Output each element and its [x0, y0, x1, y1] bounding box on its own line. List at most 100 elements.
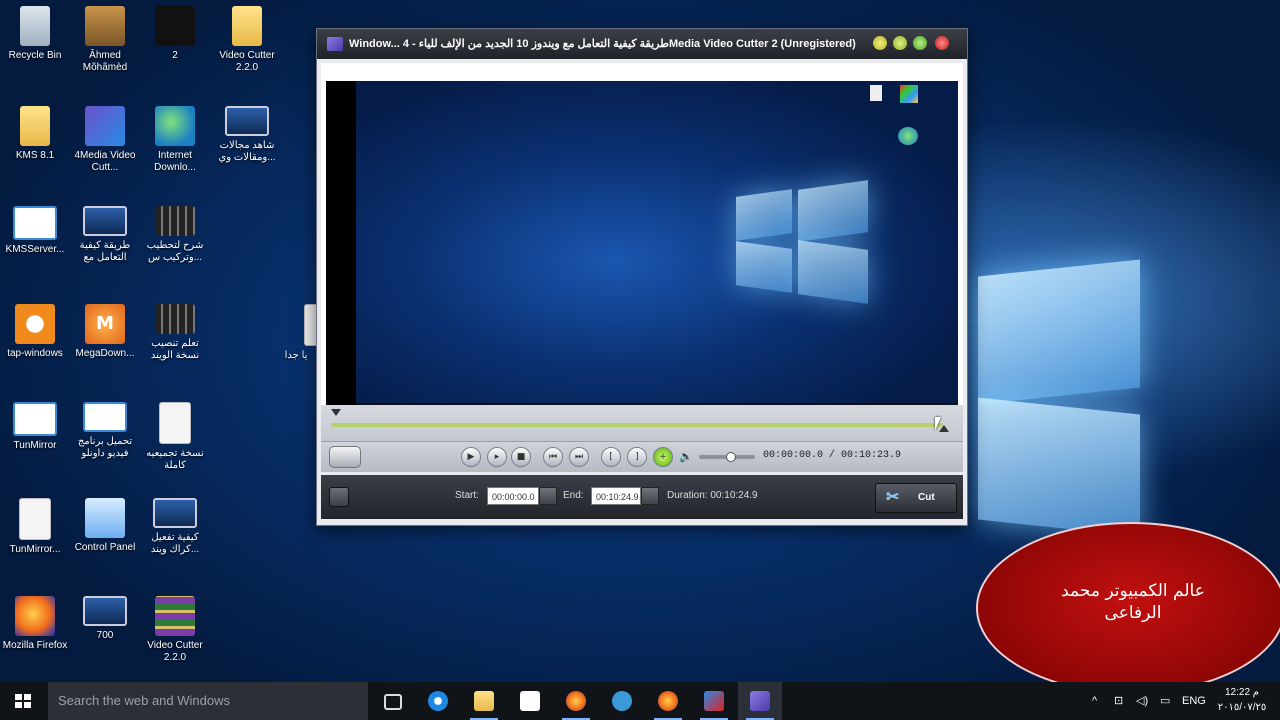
- end-time-spinner[interactable]: [641, 487, 659, 505]
- trim-bar: Start: 00:00:00.0 End: 00:10:24.9 Durati…: [321, 475, 963, 519]
- end-label: End:: [563, 490, 584, 501]
- snapshot-button[interactable]: [329, 446, 361, 468]
- document-icon: [19, 498, 51, 540]
- desktop-icon-idm[interactable]: Internet Downlo...: [140, 106, 210, 174]
- playback-controls: ▶ ▸ ■ ⏮ ⏭ [ ] + 🔈 00:00:00.0 / 00:10:23.…: [321, 441, 963, 472]
- taskbar-search[interactable]: Search the web and Windows: [48, 682, 368, 720]
- 4media-app-icon: [85, 106, 125, 146]
- desktop-icon-ar-video[interactable]: شاهد مجالات ومقالات وي...: [212, 106, 282, 164]
- video-cutter-window[interactable]: Window... طريقة كيفية التعامل مع ويندوز …: [316, 28, 968, 526]
- internet-download-manager-icon: [155, 106, 195, 146]
- clock[interactable]: 12:22 م ٢٠١٥/٠٧/٢٥: [1216, 685, 1268, 715]
- desktop-icon-4media[interactable]: 4Media Video Cutt...: [70, 106, 140, 174]
- volume-icon[interactable]: ◁): [1136, 682, 1148, 720]
- set-end-button[interactable]: ]: [627, 447, 647, 467]
- video-file-icon: [83, 206, 127, 236]
- desktop-icon-mega[interactable]: M MegaDown...: [70, 304, 140, 360]
- cut-button-label: Cut: [918, 492, 935, 503]
- previous-frame-button[interactable]: ⏮: [543, 447, 563, 467]
- control-panel-icon: [85, 498, 125, 538]
- taskbar-4media[interactable]: [738, 682, 782, 720]
- channel-watermark-text: عالم الكمبيوتر محمد الرفاعى: [1061, 581, 1205, 623]
- start-time-spinner[interactable]: [539, 487, 557, 505]
- video-editor-icon: [704, 691, 724, 711]
- taskbar-edge[interactable]: [416, 682, 460, 720]
- start-marker[interactable]: [331, 409, 341, 416]
- folder-icon: [20, 106, 50, 146]
- volume-icon[interactable]: 🔈: [679, 450, 693, 463]
- desktop-icon-ar-copy[interactable]: نسخة تجميعيه كاملة: [140, 402, 210, 472]
- desktop-icon-label: تعلم تنصيب نسخة الويند: [150, 338, 200, 361]
- step-forward-button[interactable]: ▸: [487, 447, 507, 467]
- window-titlebar[interactable]: Window... طريقة كيفية التعامل مع ويندوز …: [317, 29, 967, 59]
- desktop-icon-tap-windows[interactable]: tap-windows: [0, 304, 70, 360]
- end-time-field[interactable]: 00:10:24.9: [591, 487, 641, 505]
- desktop-icon-video-cutter-2[interactable]: Video Cutter 2.2.0: [140, 596, 210, 664]
- desktop-icon-label: Recycle Bin: [8, 50, 62, 61]
- menu-toggle-button[interactable]: [329, 487, 349, 507]
- volume-knob[interactable]: [726, 452, 736, 462]
- desktop-icon-ar-activate[interactable]: كيفية تفعيل كراك ويند...: [140, 498, 210, 556]
- taskbar-store[interactable]: [508, 682, 552, 720]
- next-frame-button[interactable]: ⏭: [569, 447, 589, 467]
- task-view-button[interactable]: [370, 682, 414, 720]
- desktop-icon-label: Âhmed Mõhãmèd: [82, 50, 128, 73]
- settings-button[interactable]: [893, 36, 907, 50]
- close-button[interactable]: [935, 36, 949, 50]
- video-frame-logo: [798, 180, 868, 242]
- start-label: Start:: [455, 490, 479, 501]
- set-start-button[interactable]: [: [601, 447, 621, 467]
- network-icon[interactable]: ⊡: [1114, 682, 1123, 720]
- taskbar-skype[interactable]: [600, 682, 644, 720]
- desktop-icon-two[interactable]: 2: [140, 6, 210, 62]
- desktop-icon-video-cutter-folder[interactable]: Video Cutter 2.2.0: [212, 6, 282, 74]
- taskbar-firefox-2[interactable]: [646, 682, 690, 720]
- help-button[interactable]: [873, 36, 887, 50]
- desktop-icon-label: كيفية تفعيل كراك ويند...: [150, 532, 200, 555]
- task-view-icon: [384, 694, 402, 710]
- desktop-icon-ar-howto[interactable]: طريقة كيفية التعامل مع: [70, 206, 140, 264]
- tray-chevron-icon[interactable]: ^: [1092, 682, 1097, 720]
- desktop-icon-kms[interactable]: KMS 8.1: [0, 106, 70, 162]
- start-button[interactable]: [0, 682, 46, 720]
- desktop-icon-label: يا جدا: [284, 350, 308, 361]
- window-app-icon: [13, 206, 57, 240]
- time-display: 00:00:00.0 / 00:10:23.9: [763, 450, 902, 461]
- add-segment-button[interactable]: +: [653, 447, 673, 467]
- desktop-icon-tunmirror2[interactable]: TunMirror...: [0, 498, 70, 556]
- timeline[interactable]: [321, 405, 963, 441]
- desktop-icon-kmsserver[interactable]: KMSServer...: [0, 206, 70, 256]
- taskbar-video-editor[interactable]: [692, 682, 736, 720]
- desktop-icon-recycle-bin[interactable]: Recycle Bin: [0, 6, 70, 62]
- taskbar-file-explorer[interactable]: [462, 682, 506, 720]
- language-indicator[interactable]: ENG: [1182, 682, 1206, 720]
- window-title: Window... طريقة كيفية التعامل مع ويندوز …: [349, 38, 856, 50]
- desktop-icon-control-panel[interactable]: Control Panel: [70, 498, 140, 554]
- start-time-field[interactable]: 00:00:00.0: [487, 487, 539, 505]
- message-icon[interactable]: ▭: [1160, 682, 1170, 720]
- desktop-icon-label: 2: [172, 50, 178, 61]
- desktop-icon-firefox[interactable]: Mozilla Firefox: [0, 596, 70, 652]
- desktop-icon-700[interactable]: 700: [70, 596, 140, 642]
- video-frame-icon: [900, 85, 918, 103]
- video-file-icon: [225, 106, 269, 136]
- play-button[interactable]: ▶: [461, 447, 481, 467]
- desktop-icon-ahmed[interactable]: Âhmed Mõhãmèd: [70, 6, 140, 74]
- stop-button[interactable]: ■: [511, 447, 531, 467]
- cut-button[interactable]: ✂ Cut: [875, 483, 957, 513]
- desktop-icon-partial[interactable]: يا جدا: [276, 304, 336, 362]
- taskbar-firefox[interactable]: [554, 682, 598, 720]
- desktop-icon-ar-explain[interactable]: شرح لتحطيب وتركيب س...: [140, 206, 210, 264]
- video-frame-logo: [798, 240, 868, 304]
- taskbar: Search the web and Windows ^ ⊡ ◁) ▭ ENG …: [0, 682, 1280, 720]
- desktop-icon-ar-learn[interactable]: تعلم تنصيب نسخة الويند: [140, 304, 210, 362]
- desktop-icon-tunmirror[interactable]: TunMirror: [0, 402, 70, 452]
- skype-icon: [612, 691, 632, 711]
- minimize-button[interactable]: [913, 36, 927, 50]
- video-frame-logo: [736, 189, 792, 241]
- timeline-track[interactable]: [331, 423, 943, 427]
- video-preview[interactable]: [326, 81, 958, 421]
- desktop-icon-ar-download[interactable]: تحميل برنامج فيديو داونلو: [70, 402, 140, 460]
- volume-slider[interactable]: [699, 452, 755, 462]
- desktop-icon-label: شاهد مجالات ومقالات وي...: [218, 140, 276, 163]
